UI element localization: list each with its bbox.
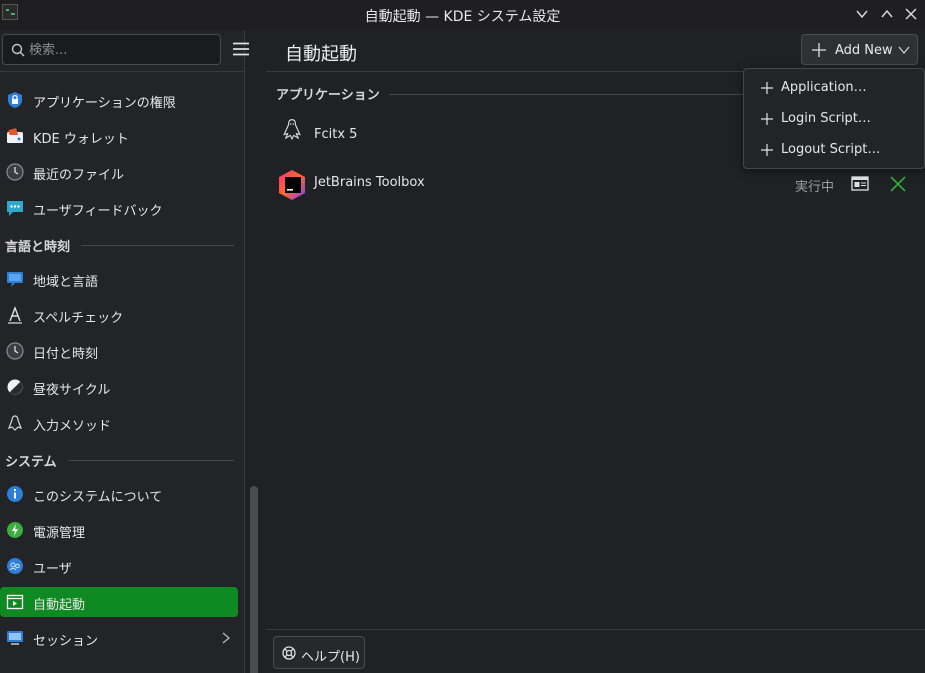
plus-icon xyxy=(761,144,773,156)
plus-icon xyxy=(812,43,826,57)
feedback-chat-icon xyxy=(6,199,24,217)
sidebar-item-label: 最近のファイル xyxy=(33,168,125,183)
minimize-icon[interactable] xyxy=(853,5,871,23)
help-button[interactable]: ヘルプ(H) xyxy=(273,636,365,669)
sidebar-item-label: 電源管理 xyxy=(33,526,86,541)
sidebar-item-kde-wallet[interactable]: KDE ウォレット xyxy=(0,121,238,151)
input-method-icon xyxy=(6,414,24,432)
sidebar-item-app-permissions[interactable]: アプリケーションの権限 xyxy=(0,85,238,115)
close-icon[interactable] xyxy=(902,5,920,23)
search-input[interactable] xyxy=(29,39,214,61)
clock-icon xyxy=(6,163,24,181)
add-new-label: Add New xyxy=(835,43,893,58)
add-new-menu: Application… Login Script… Logout Script… xyxy=(743,68,925,169)
sidebar-item-label: KDE ウォレット xyxy=(33,132,129,147)
sidebar-item-label: ユーザフィードバック xyxy=(33,204,163,219)
sidebar-item-label: 地域と言語 xyxy=(33,275,99,290)
sidebar-header-divider xyxy=(0,71,245,72)
window-title: 自動起動 — KDE システム設定 xyxy=(364,9,561,25)
fcitx-penguin-icon xyxy=(278,117,306,149)
section-divider xyxy=(81,245,234,246)
footer-divider xyxy=(266,629,925,630)
sidebar-item-label: アプリケーションの権限 xyxy=(33,96,176,111)
sidebar-item-label: 日付と時刻 xyxy=(33,347,99,362)
shield-lock-icon xyxy=(6,91,24,109)
autostart-icon xyxy=(6,593,24,611)
sidebar-item-recent-files[interactable]: 最近のファイル xyxy=(0,157,238,187)
sidebar-scrollbar[interactable] xyxy=(250,486,258,673)
sidebar-item-spellcheck[interactable]: スペルチェック xyxy=(0,300,238,330)
clock-icon xyxy=(6,342,24,360)
app-name: Fcitx 5 xyxy=(314,127,358,142)
search-icon xyxy=(11,43,25,57)
users-icon xyxy=(6,557,24,575)
section-header-system: システム xyxy=(5,449,237,471)
autostart-entry-jetbrains-toolbox[interactable]: JetBrains Toolbox 実行中 xyxy=(266,163,925,207)
hamburger-menu-icon[interactable] xyxy=(232,40,250,58)
sidebar-item-session[interactable]: セッション xyxy=(0,623,238,653)
plus-icon xyxy=(761,113,773,125)
status-running: 実行中 xyxy=(795,180,835,195)
wallet-icon xyxy=(6,127,24,145)
maximize-icon[interactable] xyxy=(878,5,896,23)
page-title: 自動起動 xyxy=(285,44,357,65)
jetbrains-toolbox-icon xyxy=(278,169,306,201)
section-header-language: 言語と時刻 xyxy=(5,234,237,256)
menu-item-label: Application… xyxy=(781,80,867,95)
section-header-applications: アプリケーション xyxy=(276,88,380,103)
chevron-down-icon xyxy=(898,46,910,55)
sidebar: アプリケーションの権限 KDE ウォレット 最近のファイル ユーザフィードバック… xyxy=(0,30,258,673)
help-lifebuoy-icon xyxy=(282,646,296,660)
info-icon xyxy=(6,485,24,503)
menu-item-add-application[interactable]: Application… xyxy=(744,73,924,103)
properties-icon[interactable] xyxy=(850,174,870,194)
menu-item-add-logout-script[interactable]: Logout Script… xyxy=(744,135,924,165)
sidebar-item-input-method[interactable]: 入力メソッド xyxy=(0,408,238,438)
plus-icon xyxy=(761,82,773,94)
menu-item-label: Login Script… xyxy=(781,111,871,126)
sidebar-item-label: 自動起動 xyxy=(33,598,86,613)
sidebar-item-label: セッション xyxy=(33,634,99,649)
day-night-icon xyxy=(6,378,24,396)
sidebar-item-day-night[interactable]: 昼夜サイクル xyxy=(0,372,238,402)
section-divider xyxy=(68,460,234,461)
sidebar-item-region-language[interactable]: 地域と言語 xyxy=(0,264,238,294)
remove-icon[interactable] xyxy=(888,174,908,194)
window-titlebar: 自動起動 — KDE システム設定 xyxy=(0,0,925,30)
region-flag-icon xyxy=(6,270,24,288)
sidebar-item-autostart[interactable]: 自動起動 xyxy=(0,587,238,617)
sidebar-item-about-system[interactable]: このシステムについて xyxy=(0,479,238,509)
sidebar-item-users[interactable]: ユーザ xyxy=(0,551,238,581)
search-field[interactable] xyxy=(2,34,221,65)
menu-item-add-login-script[interactable]: Login Script… xyxy=(744,104,924,134)
add-new-button[interactable]: Add New xyxy=(801,34,918,65)
session-icon xyxy=(6,629,24,647)
sidebar-item-label: ユーザ xyxy=(33,562,72,577)
sidebar-item-date-time[interactable]: 日付と時刻 xyxy=(0,336,238,366)
sidebar-item-power[interactable]: 電源管理 xyxy=(0,515,238,545)
sidebar-item-label: 昼夜サイクル xyxy=(33,383,111,398)
sidebar-item-user-feedback[interactable]: ユーザフィードバック xyxy=(0,193,238,223)
help-button-label: ヘルプ(H) xyxy=(301,650,360,665)
sidebar-item-label: スペルチェック xyxy=(33,311,124,326)
chevron-right-icon xyxy=(220,631,232,645)
power-icon xyxy=(6,521,24,539)
sidebar-item-label: 入力メソッド xyxy=(33,419,112,434)
sidebar-item-label: このシステムについて xyxy=(33,490,163,505)
spellcheck-icon xyxy=(6,306,24,324)
app-name: JetBrains Toolbox xyxy=(314,175,425,190)
menu-item-label: Logout Script… xyxy=(781,142,881,157)
